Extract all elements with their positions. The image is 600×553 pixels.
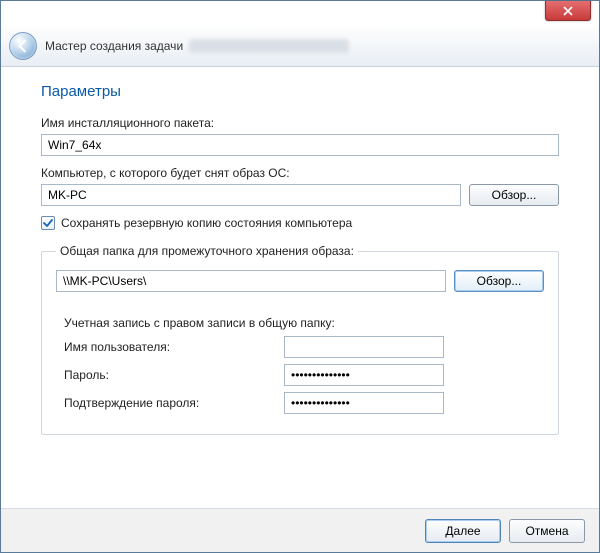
- arrow-left-icon: [16, 39, 30, 53]
- check-icon: [43, 218, 53, 228]
- share-legend: Общая папка для промежуточного хранения …: [56, 244, 358, 258]
- wizard-header: Мастер создания задачи: [1, 25, 599, 67]
- browse-share-button[interactable]: Обзор...: [454, 270, 544, 292]
- content: Имя инсталляционного пакета: Компьютер, …: [25, 116, 575, 435]
- credentials-block: Учетная запись с правом записи в общую п…: [56, 302, 544, 414]
- credentials-label: Учетная запись с правом записи в общую п…: [64, 316, 536, 330]
- password-input[interactable]: [284, 364, 444, 386]
- close-icon: [563, 6, 573, 16]
- password-label: Пароль:: [64, 368, 284, 382]
- close-button[interactable]: [545, 1, 591, 21]
- page-heading: Параметры: [25, 83, 575, 100]
- share-path-input[interactable]: [56, 270, 446, 292]
- titlebar: [1, 1, 599, 25]
- header-decorative-blur: [189, 39, 349, 53]
- browse-computer-button[interactable]: Обзор...: [469, 184, 559, 206]
- package-name-input[interactable]: [41, 134, 559, 156]
- wizard-footer: Далее Отмена: [1, 508, 599, 552]
- next-button[interactable]: Далее: [425, 519, 501, 543]
- computer-input[interactable]: [41, 184, 461, 206]
- confirm-password-label: Подтверждение пароля:: [64, 396, 284, 410]
- save-backup-label: Сохранять резервную копию состояния комп…: [61, 216, 352, 230]
- username-input[interactable]: [284, 336, 444, 358]
- back-button[interactable]: [9, 32, 37, 60]
- share-group: Общая папка для промежуточного хранения …: [41, 244, 559, 435]
- confirm-password-input[interactable]: [284, 392, 444, 414]
- wizard-title: Мастер создания задачи: [45, 39, 183, 53]
- computer-label: Компьютер, с которого будет снят образ О…: [41, 166, 559, 180]
- cancel-button[interactable]: Отмена: [509, 519, 585, 543]
- wizard-window: Мастер создания задачи Параметры Имя инс…: [0, 0, 600, 553]
- wizard-body: Параметры Имя инсталляционного пакета: К…: [1, 67, 599, 508]
- save-backup-checkbox[interactable]: [41, 216, 55, 230]
- username-label: Имя пользователя:: [64, 340, 284, 354]
- package-name-label: Имя инсталляционного пакета:: [41, 116, 559, 130]
